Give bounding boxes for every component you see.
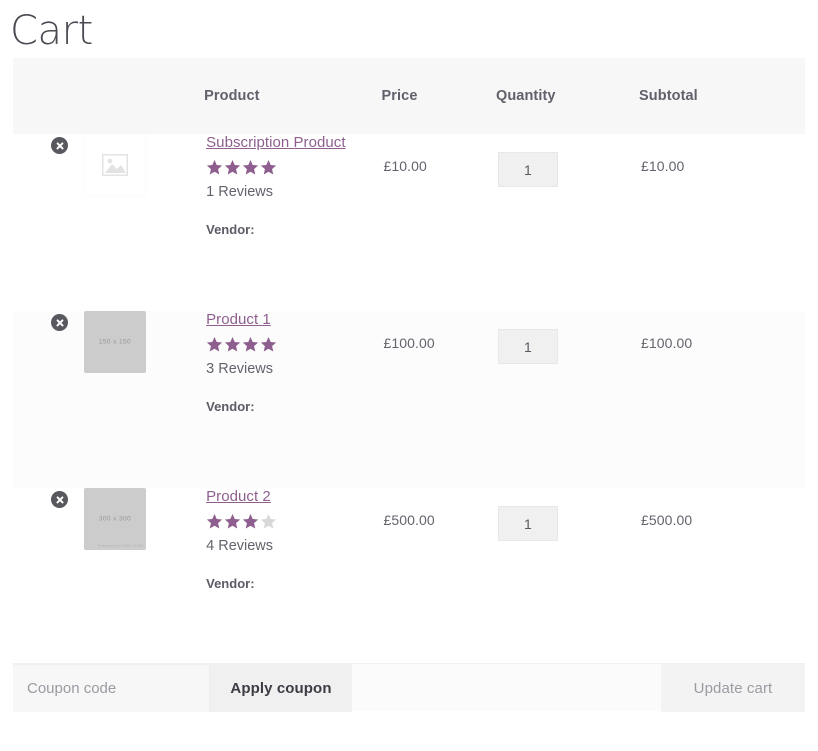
product-name-link[interactable]: Subscription Product [206,134,345,152]
rating-star-icon [206,160,223,175]
cart-table-head: Product Price Quantity Subtotal [13,58,805,134]
update-cart-button[interactable]: Update cart [661,664,805,712]
rating-star-icon [260,337,277,352]
column-header-thumbnail [83,58,205,134]
rating-star-icon [224,160,241,175]
column-header-remove [13,58,84,134]
remove-cell [13,488,84,663]
product-thumbnail[interactable] [83,134,146,196]
product-rating[interactable] [206,159,381,176]
product-subtotal: £100.00 [639,311,805,488]
column-header-subtotal: Subtotal [639,58,805,134]
product-reviews-count: 1 Reviews [206,184,274,200]
cart-actions-bar: Apply coupon Update cart [13,663,805,712]
rating-star-icon [224,514,241,529]
product-price: £500.00 [381,488,496,663]
thumbnail-cell: 300 x 300 Powered by HTML.COM [83,488,205,663]
product-name-link[interactable]: Product 1 [206,311,271,329]
quantity-cell [495,311,640,488]
product-cell: Subscription Product 1 Reviews Vendor: [204,134,382,311]
product-price: £100.00 [381,311,496,488]
product-thumbnail[interactable]: 300 x 300 Powered by HTML.COM [83,488,146,550]
rating-star-icon [242,514,259,529]
thumbnail-dimensions-label: 150 x 150 [98,338,132,346]
quantity-cell [495,134,640,311]
rating-star-icon [242,337,259,352]
thumbnail-cell: 150 x 150 [83,311,205,488]
remove-cell [13,134,84,311]
rating-star-icon [224,337,241,352]
product-name-link[interactable]: Product 2 [206,488,271,506]
quantity-input[interactable] [497,152,558,187]
cart-page: Cart Product Price Quantity Subtotal Sub… [0,0,818,751]
rating-star-icon [206,514,223,529]
product-cell: Product 2 4 Reviews Vendor: [204,488,382,663]
product-cell: Product 1 3 Reviews Vendor: [204,311,382,488]
product-reviews-count: 3 Reviews [206,361,274,377]
remove-item-button[interactable] [51,314,68,331]
quantity-cell [495,488,640,663]
page-title: Cart [10,8,93,54]
thumbnail-credit-label: Powered by HTML.COM [97,543,143,548]
product-thumbnail[interactable]: 150 x 150 [83,311,146,373]
table-row: 300 x 300 Powered by HTML.COM Product 2 4 R… [13,488,805,663]
product-subtotal: £500.00 [639,488,805,663]
remove-item-button[interactable] [51,137,68,154]
cart-header-row: Product Price Quantity Subtotal [13,58,805,134]
cart-table-body: Subscription Product 1 Reviews Vendor: £10… [13,134,805,663]
product-rating[interactable] [206,336,381,353]
image-placeholder-icon [101,154,128,176]
remove-cell [13,311,84,488]
remove-item-button[interactable] [51,491,68,508]
table-row: Subscription Product 1 Reviews Vendor: £10… [13,134,805,311]
quantity-input[interactable] [497,506,558,541]
product-reviews-count: 4 Reviews [206,538,274,554]
quantity-input[interactable] [497,329,558,364]
product-price: £10.00 [381,134,496,311]
product-vendor: Vendor: [206,399,255,414]
coupon-code-input[interactable] [13,664,210,712]
apply-coupon-button[interactable]: Apply coupon [210,664,352,712]
rating-star-icon [206,337,223,352]
table-row: 150 x 150 Product 1 3 Reviews Vendor: £100.… [13,311,805,488]
thumbnail-cell [83,134,205,311]
product-vendor: Vendor: [206,576,255,591]
column-header-quantity: Quantity [495,58,640,134]
rating-star-icon [260,160,277,175]
column-header-price: Price [381,58,496,134]
product-vendor: Vendor: [206,222,255,237]
product-rating[interactable] [206,513,381,530]
thumbnail-dimensions-label: 300 x 300 [98,515,132,523]
cart-table-wrapper: Product Price Quantity Subtotal Subscrip… [0,58,818,663]
cart-table: Product Price Quantity Subtotal Subscrip… [13,58,805,663]
product-subtotal: £10.00 [639,134,805,311]
column-header-product: Product [204,58,382,134]
actions-spacer [352,664,661,711]
rating-star-icon [242,160,259,175]
rating-star-icon [260,514,277,529]
